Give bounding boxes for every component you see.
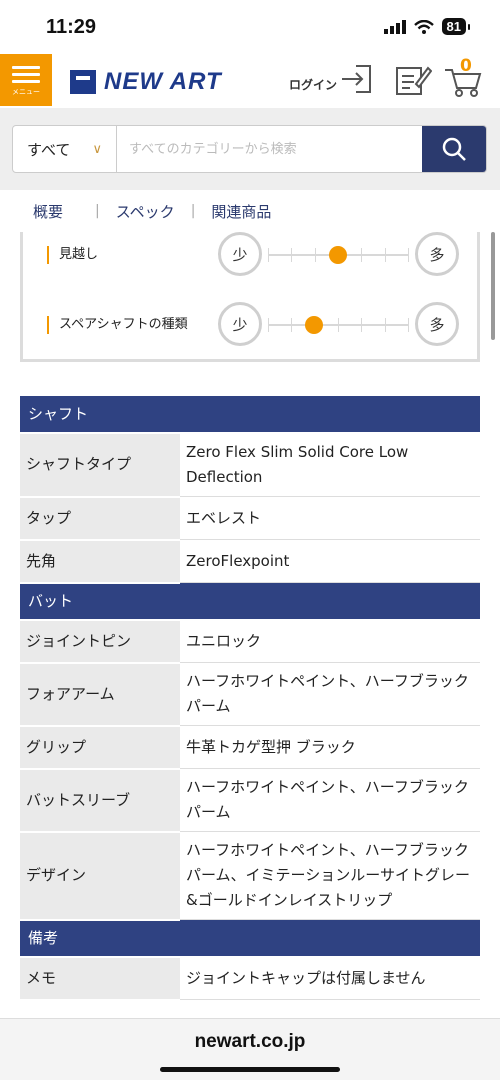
section-header-butt: バット (20, 582, 480, 621)
hamburger-icon (12, 65, 40, 69)
table-row: タップ エベレスト (20, 496, 480, 541)
table-row: バットスリーブ ハーフホワイトペイント、ハーフブラックパーム (20, 768, 480, 833)
order-history-icon[interactable] (394, 62, 432, 96)
search-area: すべて ∨ (0, 108, 500, 190)
level-min-label: 少 (218, 232, 262, 276)
table-row: シャフトタイプ Zero Flex Slim Solid Core Low Def… (20, 433, 480, 498)
status-icons: 81 (383, 18, 471, 35)
logo-mark-icon (70, 70, 96, 94)
level-tick (291, 248, 293, 262)
spec-value: ZeroFlexpoint (180, 539, 480, 583)
level-min-label: 少 (218, 302, 262, 346)
category-select-value: すべて (27, 140, 71, 159)
menu-button[interactable]: メニュー (0, 54, 52, 106)
spec-value: エベレスト (180, 496, 480, 540)
scrollbar[interactable] (491, 232, 495, 340)
spec-key: ジョイントピン (20, 619, 180, 664)
spec-key: シャフトタイプ (20, 433, 180, 498)
spec-table: シャフト シャフトタイプ Zero Flex Slim Solid Core Lo… (20, 396, 480, 1001)
level-tick (268, 318, 269, 332)
search-input[interactable] (117, 126, 422, 172)
table-row: 先角 ZeroFlexpoint (20, 539, 480, 584)
level-tick (361, 248, 363, 262)
spec-key: メモ (20, 956, 180, 1001)
signal-icon (383, 19, 406, 34)
spec-key: バットスリーブ (20, 768, 180, 833)
spec-value: Zero Flex Slim Solid Core Low Deflection (180, 433, 480, 497)
category-select[interactable]: すべて ∨ (13, 126, 117, 172)
level-tick (291, 318, 293, 332)
status-bar: 11:29 81 (0, 0, 500, 54)
level-tick (408, 318, 409, 332)
level-panel: 見越し 少 多 スペアシャフトの種類 少 多 (20, 232, 480, 362)
site-logo[interactable]: NEW ART (70, 68, 222, 96)
level-tick (384, 318, 386, 332)
level-row: スペアシャフトの種類 少 多 (23, 302, 477, 352)
level-tick (408, 248, 409, 262)
level-tick (361, 318, 363, 332)
level-tick (268, 248, 269, 262)
spec-key: タップ (20, 496, 180, 541)
spec-value: ユニロック (180, 619, 480, 663)
level-label: 見越し (47, 246, 98, 264)
spec-value: ジョイントキャップは付属しません (180, 956, 480, 1000)
level-knob (329, 246, 347, 264)
level-label: スペアシャフトの種類 (47, 316, 188, 334)
address-domain[interactable]: newart.co.jp (0, 1031, 500, 1053)
level-row: 見越し 少 多 (23, 232, 477, 282)
tab-spec[interactable]: スペック (100, 201, 191, 222)
chevron-down-icon: ∨ (92, 141, 102, 157)
level-knob (305, 316, 324, 334)
login-icon[interactable] (340, 62, 374, 96)
home-indicator[interactable] (160, 1067, 340, 1072)
level-tick (314, 248, 316, 262)
cart-count-badge: 0 (460, 56, 472, 76)
browser-address-bar[interactable]: newart.co.jp (0, 1018, 500, 1080)
section-tabs: 概要 | スペック | 関連商品 (0, 190, 500, 232)
section-header-shaft: シャフト (20, 396, 480, 434)
search-icon (442, 137, 466, 161)
spec-key: フォアアーム (20, 662, 180, 727)
login-link[interactable]: ログイン (289, 76, 337, 93)
status-time: 11:29 (46, 16, 97, 38)
spec-value: 牛革トカゲ型押 ブラック (180, 725, 480, 769)
spec-value: ハーフホワイトペイント、ハーフブラックパーム、イミテーションルーサイトグレー&ゴ… (180, 831, 480, 920)
search-button[interactable] (422, 126, 486, 172)
level-max-label: 多 (415, 232, 459, 276)
table-row: デザイン ハーフホワイトペイント、ハーフブラックパーム、イミテーションルーサイトグ… (20, 831, 480, 921)
table-row: フォアアーム ハーフホワイトペイント、ハーフブラックパーム (20, 662, 480, 727)
hamburger-icon-bar (12, 79, 40, 83)
level-tick (384, 248, 386, 262)
menu-label: メニュー (12, 87, 40, 96)
spec-key: グリップ (20, 725, 180, 770)
tab-related[interactable]: 関連商品 (195, 201, 287, 222)
level-max-label: 多 (415, 302, 459, 346)
battery-indicator: 81 (441, 18, 471, 35)
tab-overview[interactable]: 概要 (0, 201, 95, 222)
spec-value: ハーフホワイトペイント、ハーフブラックパーム (180, 662, 480, 726)
spec-key: デザイン (20, 831, 180, 921)
table-row: グリップ 牛革トカゲ型押 ブラック (20, 725, 480, 770)
logo-text: NEW ART (104, 68, 222, 95)
wifi-icon (413, 19, 434, 34)
level-tick (338, 318, 339, 332)
hamburger-icon-bar (12, 72, 40, 76)
section-header-notes: 備考 (20, 919, 480, 958)
spec-value: ハーフホワイトペイント、ハーフブラックパーム (180, 768, 480, 832)
table-row: ジョイントピン ユニロック (20, 619, 480, 664)
spec-key: 先角 (20, 539, 180, 584)
table-row: メモ ジョイントキャップは付属しません (20, 956, 480, 1001)
search-box: すべて ∨ (12, 125, 487, 173)
